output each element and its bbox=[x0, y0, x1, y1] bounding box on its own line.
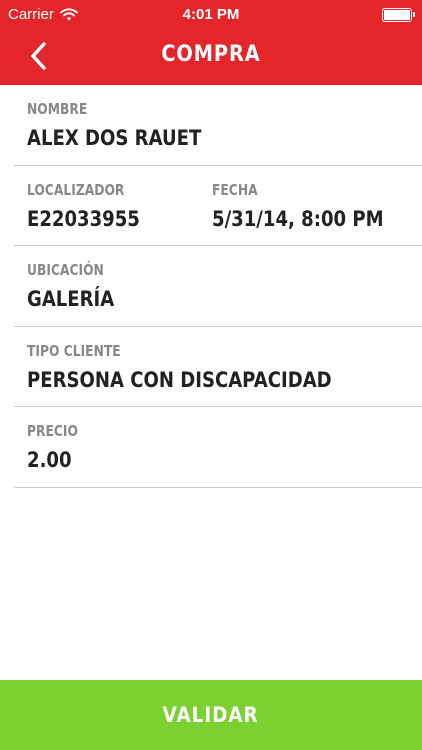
precio-value: 2.00 bbox=[27, 448, 72, 472]
battery-tip bbox=[413, 12, 415, 17]
nombre-value: ALEX DOS RAUET bbox=[27, 126, 202, 150]
tipo-cliente-label: TIPO CLIENTE bbox=[27, 341, 121, 360]
validate-label: VALIDAR bbox=[162, 703, 260, 727]
row-nombre: NOMBRE ALEX DOS RAUET bbox=[14, 85, 422, 166]
row-precio: PRECIO 2.00 bbox=[14, 407, 422, 488]
validate-button[interactable]: VALIDAR bbox=[0, 680, 422, 750]
fecha-label: FECHA bbox=[212, 180, 258, 199]
status-time: 4:01 PM bbox=[182, 6, 240, 23]
field-nombre: NOMBRE ALEX DOS RAUET bbox=[27, 100, 230, 150]
status-bar: Carrier 4:01 PM bbox=[0, 0, 422, 30]
fecha-value: 5/31/14, 8:00 PM bbox=[212, 206, 384, 231]
localizador-value: E22033955 bbox=[27, 206, 140, 231]
battery-fill bbox=[384, 10, 410, 20]
ubicacion-label: UBICACIÓN bbox=[27, 261, 104, 279]
battery-icon bbox=[382, 8, 415, 22]
nav-bar: COMPRA bbox=[0, 30, 422, 85]
field-fecha: FECHA 5/31/14, 8:00 PM bbox=[212, 181, 412, 231]
row-localizador-fecha: LOCALIZADOR E22033955 FECHA 5/31/14, 8:0… bbox=[14, 166, 422, 246]
header: Carrier 4:01 PM COMPRA bbox=[0, 0, 422, 85]
row-ubicacion: UBICACIÓN GALERÍA bbox=[14, 246, 422, 327]
page-title: COMPRA bbox=[161, 42, 261, 67]
nombre-label: NOMBRE bbox=[27, 100, 88, 118]
field-tipo-cliente: TIPO CLIENTE PERSONA CON DISCAPACIDAD bbox=[27, 342, 381, 392]
ubicacion-value: GALERÍA bbox=[27, 287, 115, 311]
tipo-cliente-value: PERSONA CON DISCAPACIDAD bbox=[27, 367, 332, 392]
field-precio: PRECIO 2.00 bbox=[27, 422, 89, 472]
field-localizador: LOCALIZADOR E22033955 bbox=[27, 181, 158, 231]
purchase-details: NOMBRE ALEX DOS RAUET LOCALIZADOR E22033… bbox=[0, 85, 422, 488]
precio-label: PRECIO bbox=[27, 422, 78, 440]
localizador-label: LOCALIZADOR bbox=[27, 180, 125, 199]
row-tipo-cliente: TIPO CLIENTE PERSONA CON DISCAPACIDAD bbox=[14, 327, 422, 407]
field-ubicacion: UBICACIÓN GALERÍA bbox=[27, 261, 128, 311]
